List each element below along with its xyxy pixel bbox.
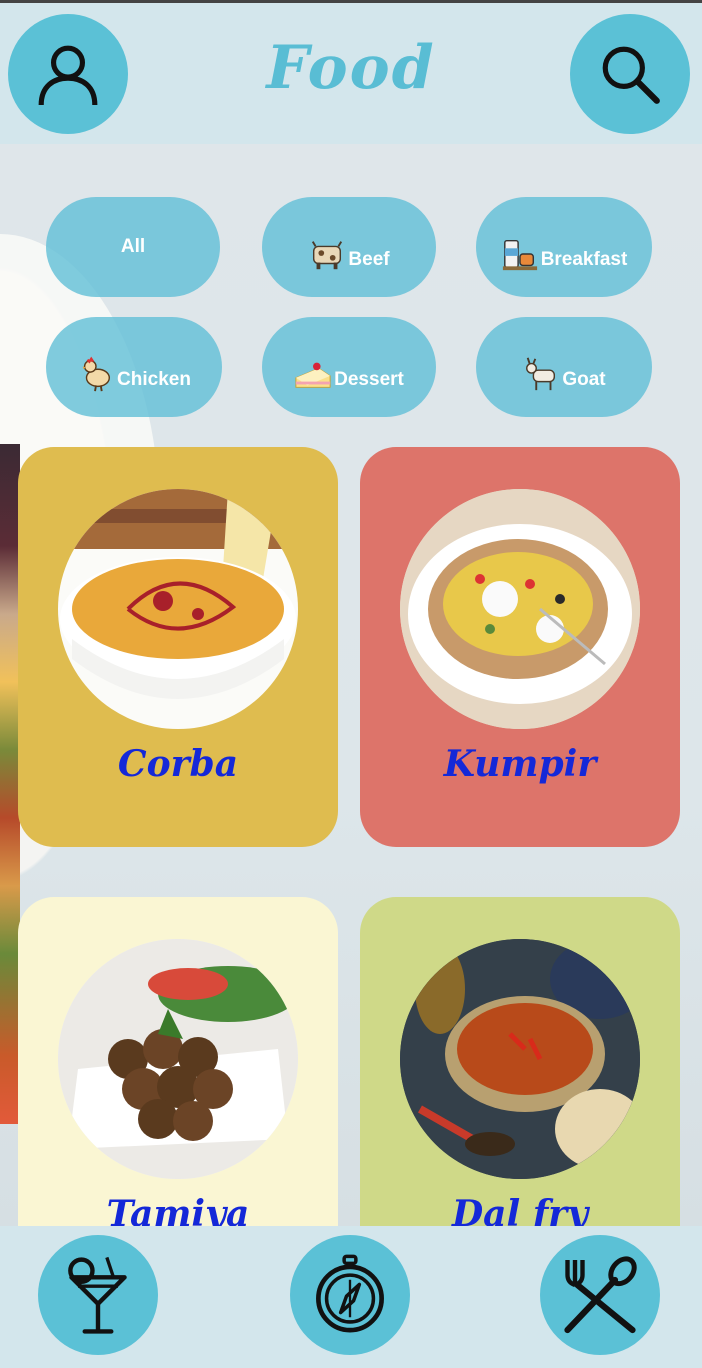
dish-card-kumpir[interactable]: Kumpir (360, 447, 680, 847)
goat-icon (526, 357, 556, 391)
dish-photo-kumpir (400, 489, 640, 729)
drinks-nav-button[interactable] (38, 1235, 158, 1355)
category-label: Beef (348, 249, 390, 270)
category-chip-goat[interactable]: Goat (476, 317, 652, 417)
search-icon (602, 46, 660, 104)
category-chip-breakfast[interactable]: Breakfast (476, 197, 652, 297)
dish-name: Corba (117, 743, 239, 785)
background-food-strip (0, 444, 20, 1124)
category-chip-chicken[interactable]: Chicken (46, 317, 222, 417)
category-label: Goat (562, 369, 606, 390)
dish-photo-dal (400, 939, 640, 1179)
category-label: Dessert (334, 369, 404, 390)
category-label: Breakfast (540, 249, 628, 270)
category-chip-all[interactable]: All (46, 197, 220, 297)
breakfast-icon (502, 239, 537, 271)
category-label: Chicken (117, 369, 191, 390)
food-nav-button[interactable] (540, 1235, 660, 1355)
category-label: All (120, 236, 146, 257)
chicken-icon (82, 356, 111, 392)
bottom-nav-bar (0, 1226, 702, 1368)
dish-photo-falafel (58, 939, 298, 1179)
dish-name: Kumpir (443, 743, 597, 785)
compass-icon (316, 1254, 384, 1333)
cow-icon (312, 241, 343, 270)
dish-card-corba[interactable]: Corba (18, 447, 338, 847)
fork-spoon-icon (564, 1256, 637, 1334)
header-bar: Food (0, 3, 702, 144)
explore-nav-button[interactable] (290, 1235, 410, 1355)
dish-photo-soup (58, 489, 298, 729)
search-button[interactable] (570, 14, 690, 134)
cocktail-icon (68, 1256, 127, 1334)
cake-icon (295, 362, 331, 388)
app-screen: Food All Beef Breakfast Chicken Dessert … (0, 0, 702, 1368)
category-chip-dessert[interactable]: Dessert (262, 317, 436, 417)
category-chip-beef[interactable]: Beef (262, 197, 436, 297)
